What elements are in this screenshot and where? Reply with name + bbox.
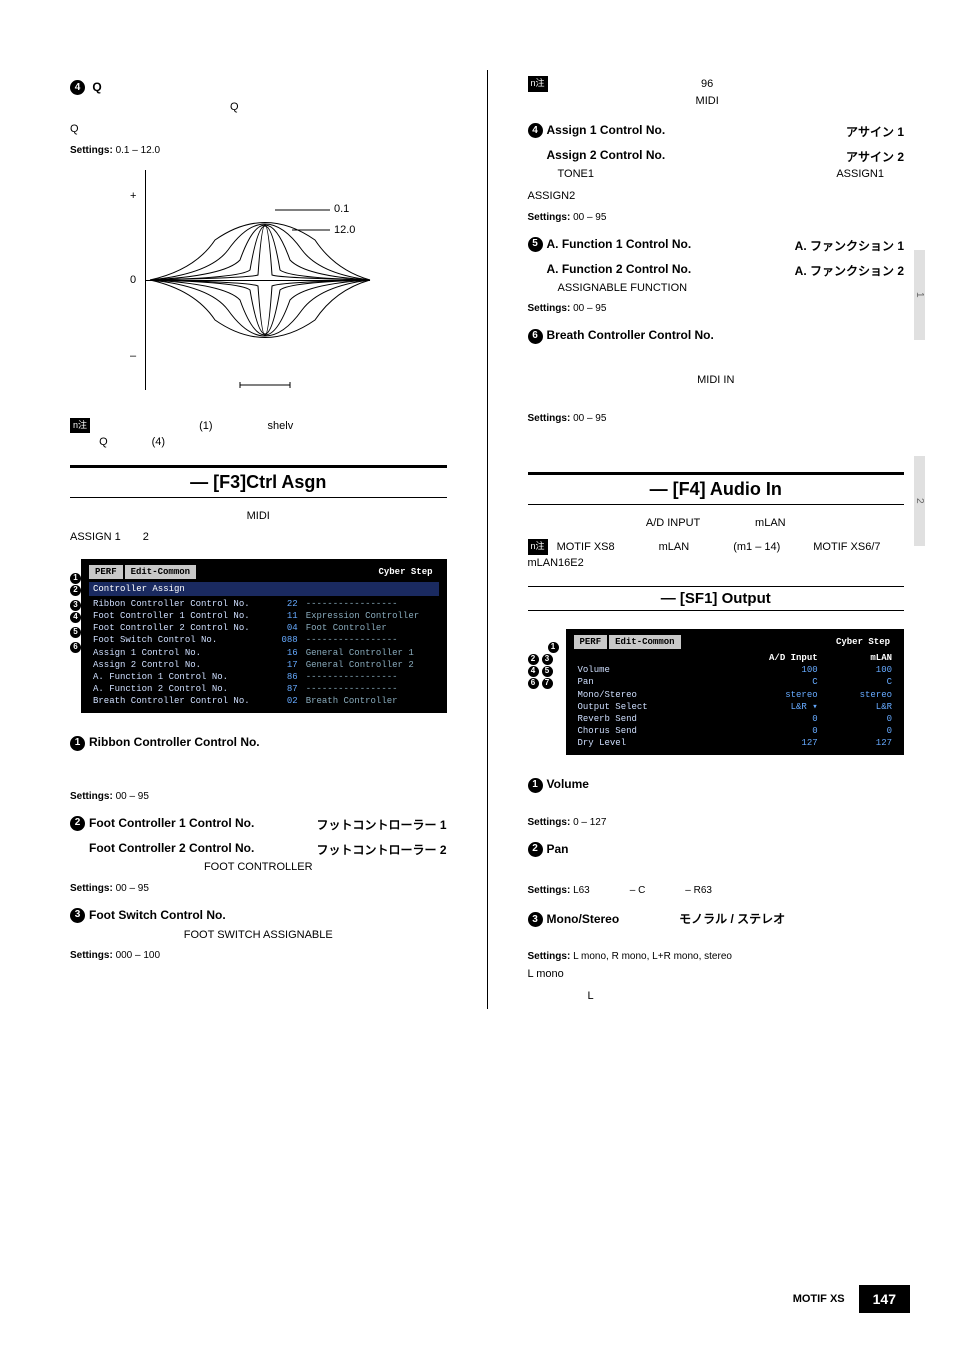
page-number: 147 bbox=[859, 1285, 910, 1313]
param-pan: 2Pan bbox=[528, 842, 905, 857]
q-line1: Q bbox=[230, 99, 447, 117]
volume-settings: Settings: 0 – 127 bbox=[528, 817, 905, 828]
footswitch-settings: Settings: 000 – 100 bbox=[70, 950, 447, 961]
page-footer: MOTIF XS 147 bbox=[793, 1285, 910, 1313]
param-afunc: 5A. Function 1 Control No.A. ファンクション 1 bbox=[528, 237, 905, 252]
footer-model: MOTIF XS bbox=[793, 1293, 845, 1305]
section-f3-ctrl-asgn: — [F3]Ctrl Asgn bbox=[70, 465, 447, 498]
screenshot-ctrl-assign: PERFEdit-CommonCyber Step Controller Ass… bbox=[81, 559, 447, 714]
side-tab-2[interactable]: 2 bbox=[914, 456, 925, 546]
param-q-head: 4 Q bbox=[70, 80, 447, 95]
shot2-callouts: 1 23 45 67 bbox=[528, 641, 568, 689]
right-column: n注 96MIDI 4Assign 1 Control No.アサイン 1 As… bbox=[528, 70, 905, 1009]
q-title: Q bbox=[92, 80, 101, 94]
note-icon: n注 bbox=[528, 76, 548, 92]
f3-intro2: ASSIGN 1 2 bbox=[70, 529, 447, 547]
param-footswitch: 3Foot Switch Control No. bbox=[70, 908, 447, 923]
ribbon-settings: Settings: 00 – 95 bbox=[70, 791, 447, 802]
param-footctrl2: Foot Controller 2 Control No.フットコントローラー … bbox=[70, 841, 447, 855]
param-volume: 1Volume bbox=[528, 777, 905, 792]
afunc-body: ASSIGNABLE FUNCTION bbox=[558, 280, 905, 298]
monostereo-b1: L mono bbox=[528, 966, 905, 984]
footswitch-body: FOOT SWITCH ASSIGNABLE bbox=[70, 927, 447, 945]
q-settings: Settings: 0.1 – 12.0 bbox=[70, 145, 447, 156]
screenshot-output: PERFEdit-CommonCyber Step A/D InputmLAN … bbox=[566, 629, 905, 755]
top-note: n注 96MIDI bbox=[528, 76, 905, 109]
f4-note: n注 MOTIF XS8 mLAN (m1 – 14) MOTIF XS6/7 … bbox=[528, 539, 905, 572]
footctrl-body: FOOT CONTROLLER bbox=[70, 859, 447, 877]
param-assign2: Assign 2 Control No.アサイン 2 bbox=[528, 148, 905, 162]
q-note: n注 (1) shelv Q (4) bbox=[70, 418, 447, 451]
subsection-sf1-output: — [SF1] Output bbox=[528, 586, 905, 611]
side-tabs: 1 2 bbox=[914, 138, 954, 662]
param-breath: 6Breath Controller Control No. bbox=[528, 328, 905, 343]
assign-body: TONE1ASSIGN1 bbox=[528, 166, 905, 184]
param-footctrl: 2Foot Controller 1 Control No.フットコントローラー… bbox=[70, 816, 447, 831]
param-ribbon: 1Ribbon Controller Control No. bbox=[70, 735, 447, 750]
f3-intro1: MIDI bbox=[70, 508, 447, 526]
breath-settings: Settings: 00 – 95 bbox=[528, 413, 905, 424]
side-tab-1[interactable]: 1 bbox=[914, 250, 925, 340]
param-afunc2: A. Function 2 Control No.A. ファンクション 2 bbox=[528, 262, 905, 276]
footctrl-settings: Settings: 00 – 95 bbox=[70, 883, 447, 894]
afunc-settings: Settings: 00 – 95 bbox=[528, 303, 905, 314]
q-graph: + 0 – bbox=[100, 170, 380, 410]
note-icon: n注 bbox=[70, 418, 90, 434]
section-f4-audio-in: — [F4] Audio In bbox=[528, 472, 905, 505]
param-assign: 4Assign 1 Control No.アサイン 1 bbox=[528, 123, 905, 138]
bullet-4: 4 bbox=[70, 80, 85, 95]
assign-settings: Settings: 00 – 95 bbox=[528, 212, 905, 223]
q-line2: Q bbox=[70, 121, 447, 139]
left-column: 4 Q Q Q Settings: 0.1 – 12.0 + 0 – bbox=[70, 70, 447, 1009]
monostereo-settings: Settings: L mono, R mono, L+R mono, ster… bbox=[528, 951, 905, 962]
assign-body2: ASSIGN2 bbox=[528, 188, 905, 206]
param-monostereo: 3Mono/Stereoモノラル / ステレオ bbox=[528, 910, 905, 927]
column-divider bbox=[487, 70, 488, 1009]
monostereo-b2: L bbox=[588, 988, 905, 1006]
f4-sub: A/D INPUT mLAN bbox=[528, 515, 905, 533]
breath-body: MIDI IN bbox=[528, 372, 905, 390]
note-icon: n注 bbox=[528, 539, 548, 555]
pan-settings: Settings: L63 – C – R63 bbox=[528, 881, 905, 896]
